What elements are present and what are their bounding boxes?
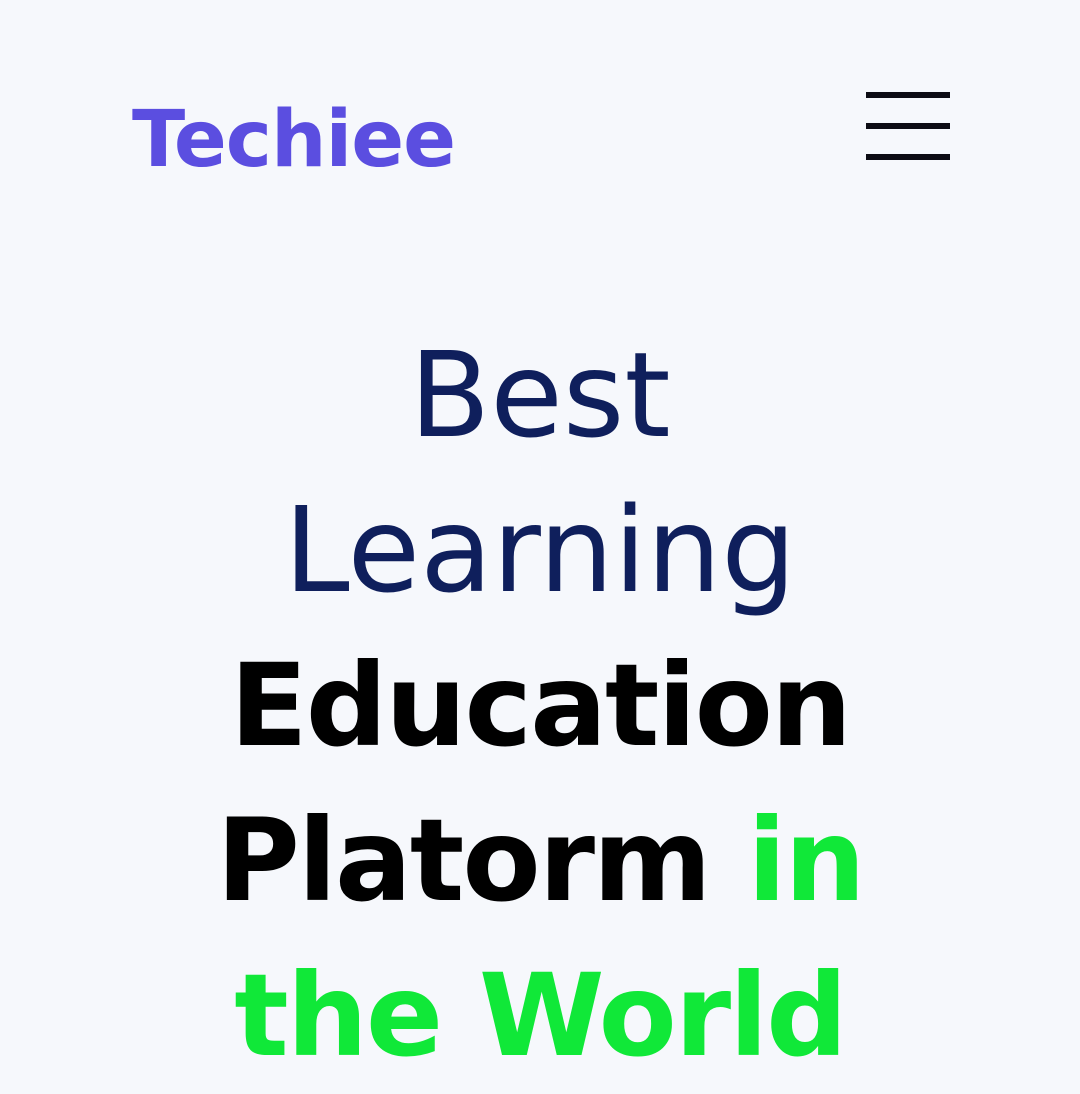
hero-word-platorm: Platorm [216,794,711,927]
hero-line-best: Best [409,326,671,464]
hero-line-education: Education [229,639,852,772]
brand-logo[interactable]: Techiee [132,92,456,188]
hero-heading: Best Learning Education Platorm in the W… [0,318,1080,1093]
hero-word-in: in [747,794,865,927]
menu-bar-middle [866,123,950,129]
menu-bar-top [866,92,950,98]
menu-bar-bottom [866,154,950,160]
hero-line-the-world: the World [234,949,848,1082]
hamburger-menu-icon[interactable] [866,92,950,162]
hero-line-learning: Learning [283,481,797,619]
hero-line-platform: Platorm in [0,783,1080,938]
